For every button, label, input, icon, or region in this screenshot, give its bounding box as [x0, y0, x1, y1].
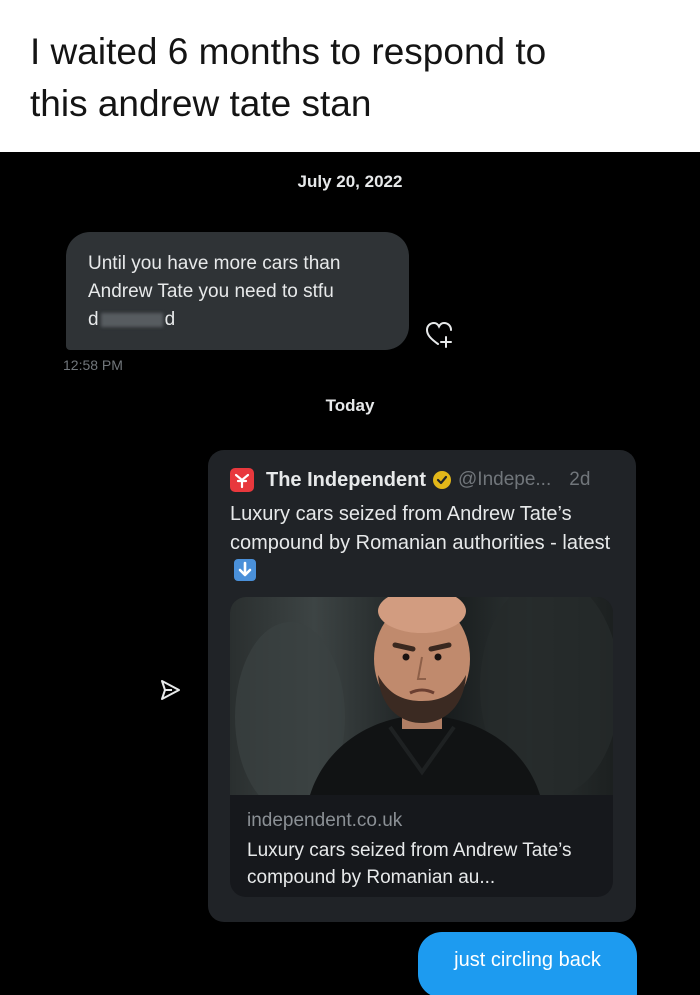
share-icon[interactable] [157, 677, 183, 703]
redaction-blur [100, 312, 163, 327]
dm-screenshot: July 20, 2022 Until you have more cars t… [0, 152, 700, 995]
caption-line-2: this andrew tate stan [30, 83, 372, 124]
link-domain: independent.co.uk [247, 810, 403, 831]
tweet-author[interactable]: The Independent [266, 469, 426, 492]
tweet-handle[interactable]: @Indepe... [458, 469, 551, 491]
received-message-line-2: Andrew Tate you need to stfu [88, 281, 334, 302]
message-time: 12:58 PM [63, 357, 123, 373]
sent-message-text: just circling back [454, 949, 601, 971]
tweet-text: Luxury cars seized from Andrew Tate’s co… [230, 500, 625, 587]
caption-text: I waited 6 months to respond to this and… [30, 26, 670, 130]
tweet-text-body: Luxury cars seized from Andrew Tate’s co… [230, 503, 611, 554]
post-caption: I waited 6 months to respond to this and… [0, 0, 700, 152]
shared-tweet-card[interactable]: The Independent @Indepe... 2d Luxury car… [208, 450, 636, 922]
date-divider: July 20, 2022 [297, 172, 403, 191]
received-message-line-3: dd [88, 306, 398, 334]
tweet-age: 2d [569, 469, 591, 490]
received-message-line-1: Until you have more cars than [88, 253, 341, 274]
article-photo [230, 597, 613, 812]
caption-line-1: I waited 6 months to respond to [30, 31, 547, 72]
link-title: Luxury cars seized from Andrew Tate’s co… [247, 840, 572, 888]
date-divider-today: Today [325, 396, 375, 415]
received-message-text: Until you have more cars than Andrew Tat… [88, 250, 398, 334]
redacted-word-end: d [164, 309, 176, 330]
tweet-header: The Independent @Indepe... 2d [230, 466, 630, 494]
redacted-word-start: d [88, 309, 99, 330]
down-arrow-emoji-icon [234, 559, 256, 581]
add-reaction-icon[interactable] [425, 320, 455, 348]
independent-logo-icon [230, 468, 254, 492]
link-preview-meta: independent.co.uk Luxury cars seized fro… [247, 807, 602, 891]
link-preview-card[interactable]: independent.co.uk Luxury cars seized fro… [230, 597, 613, 897]
sent-message-bubble[interactable]: just circling back [418, 932, 637, 995]
received-message-bubble[interactable]: Until you have more cars than Andrew Tat… [66, 232, 409, 350]
verified-badge-icon [433, 471, 451, 489]
